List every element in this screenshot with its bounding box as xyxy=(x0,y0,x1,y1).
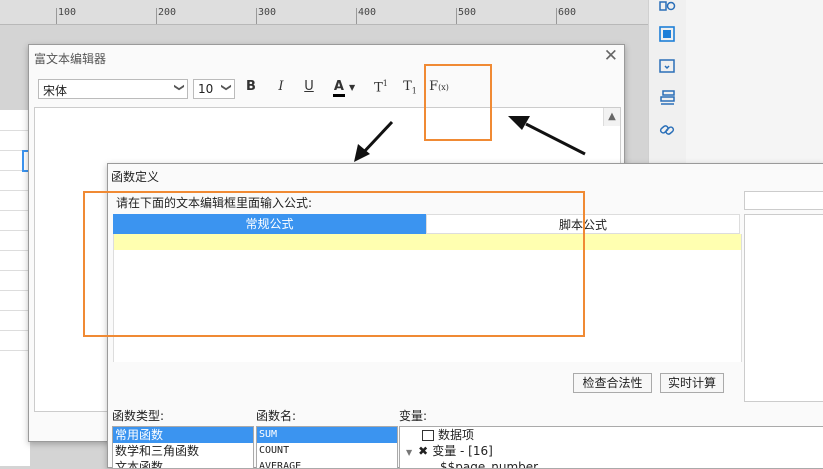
function-category-list[interactable]: 常用函数 数学和三角函数 文本函数 xyxy=(112,426,254,469)
grid-line xyxy=(0,330,30,331)
variable-label: 变量: xyxy=(399,409,428,423)
ruler-tick xyxy=(556,8,557,24)
check-validity-button[interactable]: 检查合法性 xyxy=(573,373,652,393)
list-item[interactable]: 数学和三角函数 xyxy=(113,443,253,459)
ruler-tick xyxy=(356,8,357,24)
formatting-toolbar: 宋体 ❯ 10 ❯ xyxy=(29,73,624,105)
dialog-title: 富文本编辑器 xyxy=(34,52,107,66)
grid-line xyxy=(0,210,30,211)
grid-line xyxy=(0,230,30,231)
annotation-arrows xyxy=(354,116,586,162)
table-icon xyxy=(422,430,434,441)
layers-icon[interactable] xyxy=(658,89,676,107)
superscript-label: T xyxy=(374,80,383,96)
ruler-tick-label: 500 xyxy=(458,7,477,18)
preview-area xyxy=(744,214,823,402)
grid-line xyxy=(0,130,30,131)
dialog-title: 函数定义 xyxy=(111,170,160,184)
ruler-tick xyxy=(456,8,457,24)
frame-icon[interactable] xyxy=(658,25,676,43)
horizontal-ruler: 100 200 300 400 500 600 xyxy=(0,0,648,25)
font-size-select[interactable]: 10 ❯ xyxy=(193,79,235,99)
italic-button[interactable]: I xyxy=(273,79,289,99)
ruler-tick xyxy=(256,8,257,24)
function-name-list[interactable]: SUM COUNT AVERAGE xyxy=(256,426,398,469)
subscript-mark: 1 xyxy=(411,86,417,96)
preview-field[interactable] xyxy=(744,191,823,210)
arrow-line-left xyxy=(360,120,394,156)
tree-item-variables[interactable]: ▼ ✖ 变量 - [16] xyxy=(400,443,823,459)
font-color-label: A xyxy=(332,79,345,97)
link-icon[interactable] xyxy=(658,121,676,139)
bold-button[interactable]: B xyxy=(243,79,259,99)
realtime-compute-button[interactable]: 实时计算 xyxy=(660,373,724,393)
font-family-select[interactable]: 宋体 ❯ xyxy=(38,79,188,99)
tree-item-data[interactable]: 数据项 xyxy=(400,427,823,443)
ruler-tick-label: 200 xyxy=(158,7,177,18)
scroll-up-icon[interactable]: ▲ xyxy=(603,108,620,126)
font-color-button[interactable]: A ▼ xyxy=(329,79,359,99)
function-category-label: 函数类型: xyxy=(112,409,165,423)
grid-line xyxy=(0,190,30,191)
grid-line xyxy=(0,250,30,251)
superscript-button[interactable]: T1 xyxy=(372,79,390,99)
list-item[interactable]: 文本函数 xyxy=(113,459,253,468)
grid-line xyxy=(0,350,30,351)
ruler-tick xyxy=(156,8,157,24)
subscript-label: T xyxy=(403,79,412,94)
tray-icon[interactable] xyxy=(658,57,676,75)
underline-button[interactable]: U xyxy=(301,79,317,99)
ruler-tick-label: 300 xyxy=(258,7,277,18)
spreadsheet-grid xyxy=(0,110,30,466)
caret-down-icon: ▼ xyxy=(349,83,356,92)
list-item[interactable]: SUM xyxy=(257,427,397,443)
ruler-tick-label: 100 xyxy=(58,7,77,18)
ruler-tick xyxy=(56,8,57,24)
arrow-line-right xyxy=(525,122,586,156)
ruler-tick-label: 600 xyxy=(558,7,577,18)
grid-line xyxy=(0,310,30,311)
list-item[interactable]: 常用函数 xyxy=(113,427,253,443)
function-name-label: 函数名: xyxy=(256,409,297,423)
list-item[interactable]: AVERAGE xyxy=(257,459,397,468)
info-icon[interactable] xyxy=(658,0,676,18)
variable-tree[interactable]: 数据项 ▼ ✖ 变量 - [16] $$page_number xyxy=(399,426,823,469)
annotation-highlight-formula-area xyxy=(83,191,585,337)
font-size-value: 10 xyxy=(198,82,214,96)
list-item[interactable]: COUNT xyxy=(257,443,397,459)
grid-line xyxy=(0,290,30,291)
close-icon[interactable]: ✕ xyxy=(604,46,618,66)
tree-item-label: 数据项 xyxy=(438,428,475,442)
expand-caret-icon: ▼ xyxy=(406,448,413,457)
ruler-tick-label: 400 xyxy=(358,7,377,18)
subscript-button[interactable]: T1 xyxy=(401,79,419,99)
chevron-down-icon: ❯ xyxy=(220,83,232,92)
variable-icon: ✖ xyxy=(418,444,429,458)
grid-line xyxy=(0,270,30,271)
font-family-value: 宋体 xyxy=(43,84,68,98)
chevron-down-icon: ❯ xyxy=(173,83,185,92)
tree-item-label: $$page_number xyxy=(440,460,539,469)
tree-item-page-number[interactable]: $$page_number xyxy=(400,459,823,469)
tree-item-label: 变量 - [16] xyxy=(432,444,493,458)
superscript-mark: 1 xyxy=(382,79,388,88)
